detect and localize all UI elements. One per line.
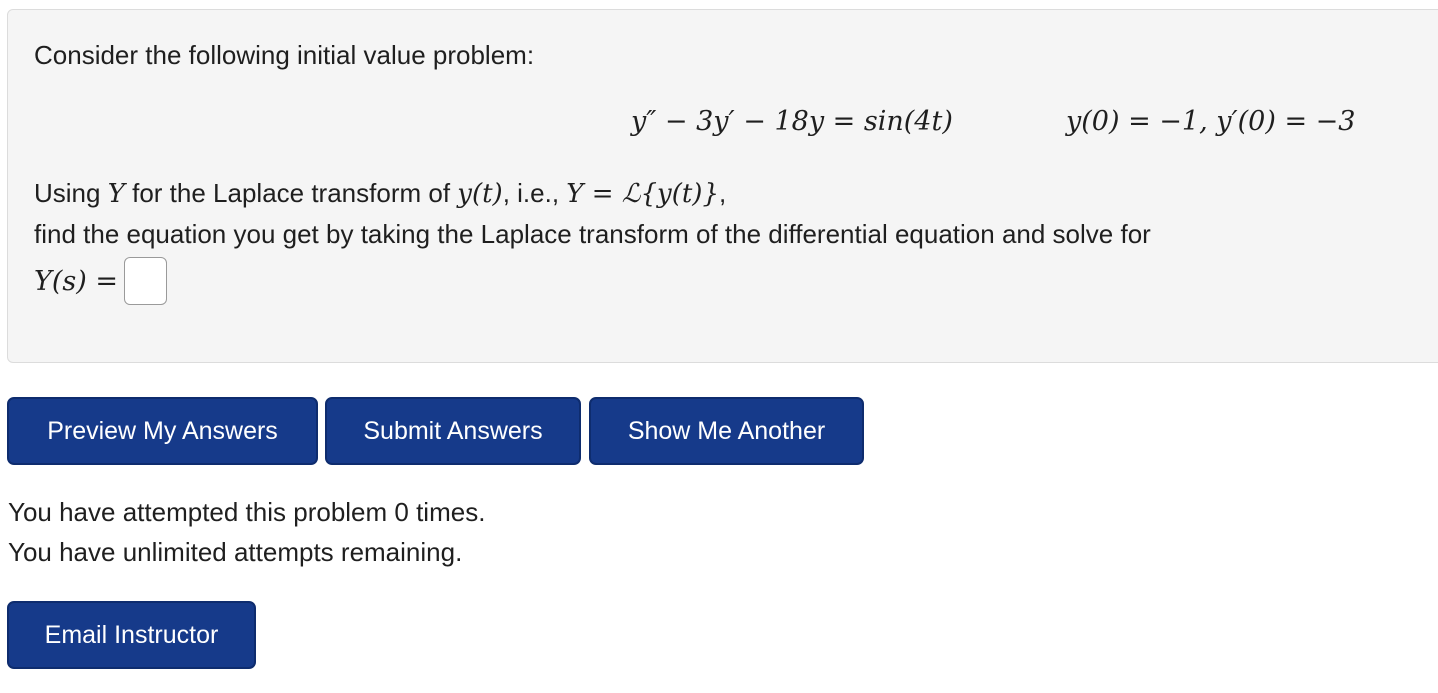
answer-input[interactable] — [123, 257, 167, 305]
Y-symbol: Y — [107, 179, 125, 209]
attempts-remaining-text: You have unlimited attempts remaining. — [8, 537, 463, 567]
y-of-t: y(t) — [457, 179, 503, 209]
answer-row: Y(s) = — [34, 256, 167, 306]
problem-intro: Consider the following initial value pro… — [34, 40, 535, 70]
using-ie: , i.e., — [502, 178, 567, 208]
using-prefix: Using — [34, 178, 108, 208]
laplace-definition: Y = ℒ{y(t)} — [566, 179, 719, 209]
attempts-info: You have attempted this problem 0 times.… — [8, 492, 485, 572]
differential-equation: y″ − 3y′ − 18y = sin(4t) — [631, 106, 953, 137]
instruction-text: find the equation you get by taking the … — [34, 219, 1151, 249]
initial-conditions: y(0) = −1, y′(0) = −3 — [1066, 106, 1356, 137]
using-mid: for the Laplace transform of — [124, 178, 458, 208]
answer-label: Y(s) = — [34, 265, 118, 297]
preview-answers-button[interactable]: Preview My Answers — [7, 397, 318, 465]
show-another-button[interactable]: Show Me Another — [589, 397, 864, 465]
laplace-definition-line: Using Y for the Laplace transform of y(t… — [34, 176, 726, 211]
using-suffix: , — [719, 178, 727, 208]
email-instructor-button[interactable]: Email Instructor — [7, 601, 256, 669]
submit-answers-button[interactable]: Submit Answers — [325, 397, 581, 465]
attempted-count-text: You have attempted this problem 0 times. — [8, 497, 486, 527]
